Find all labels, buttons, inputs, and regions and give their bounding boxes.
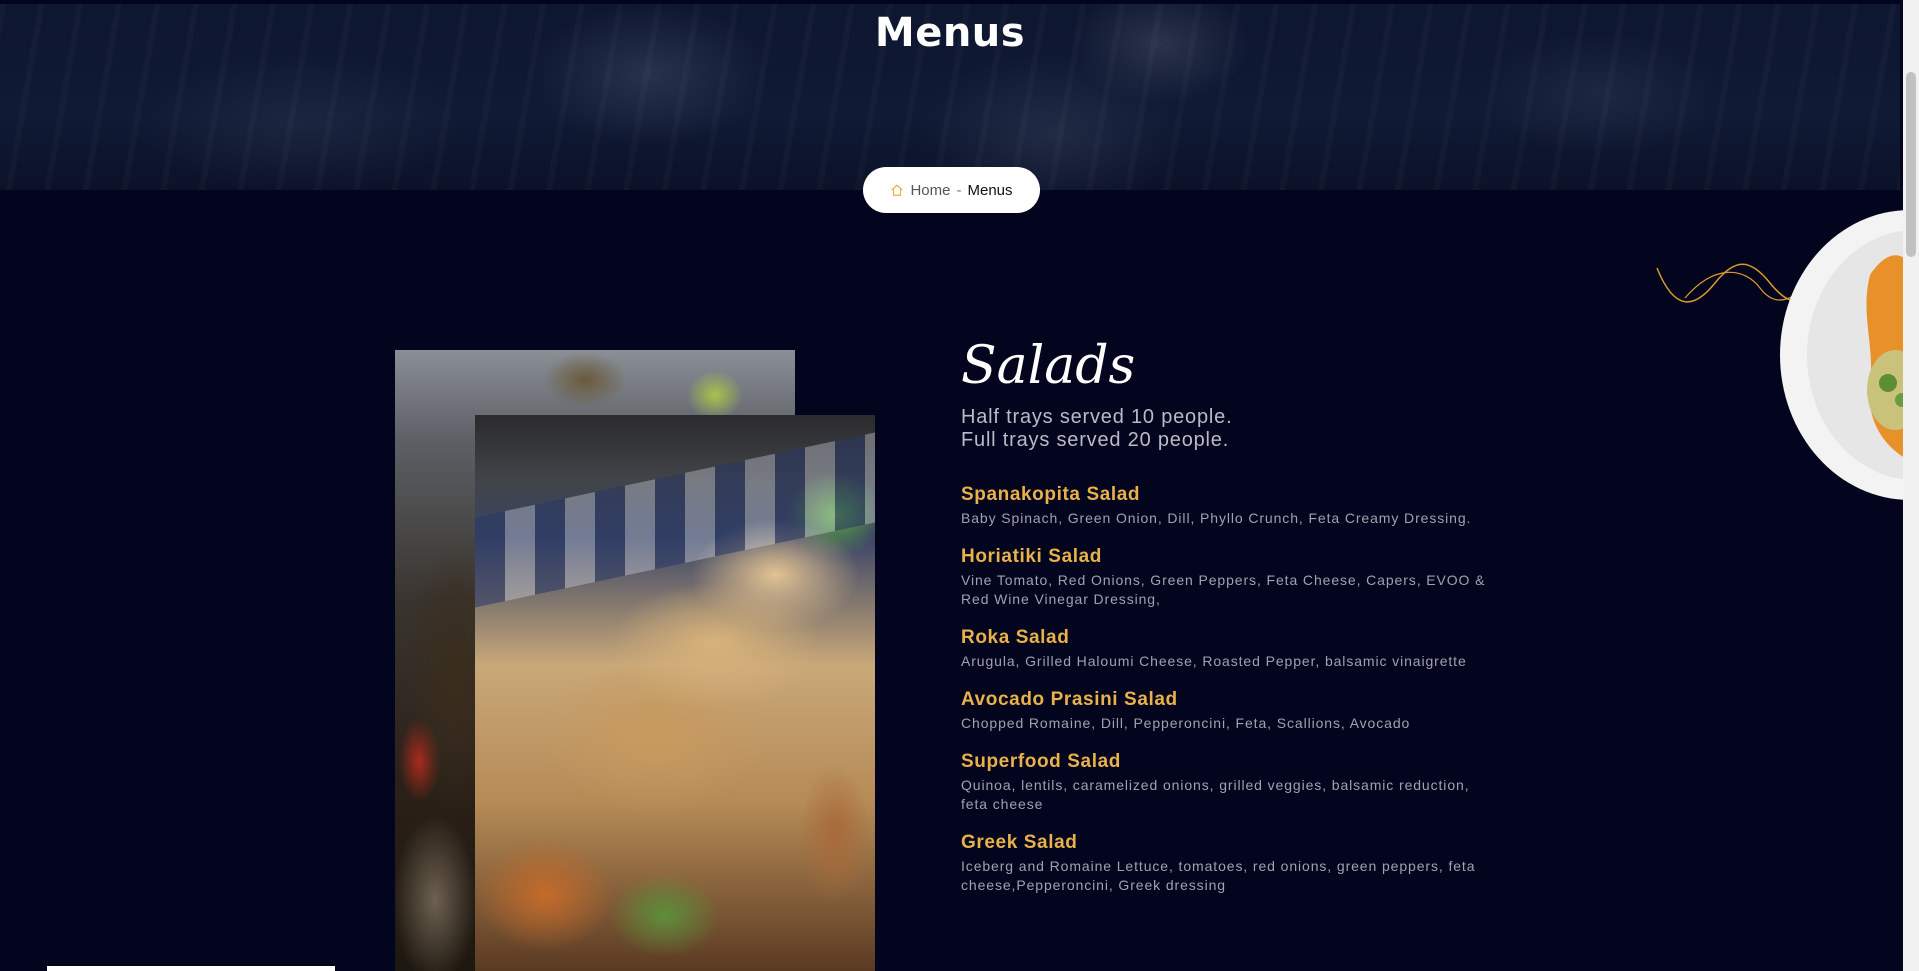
menu-item-name: Spanakopita Salad bbox=[961, 484, 1141, 505]
breadcrumb-separator: - bbox=[956, 181, 962, 199]
page-scrollbar[interactable] bbox=[1903, 0, 1919, 971]
page-hero-banner: Menus bbox=[0, 4, 1900, 190]
menu-item-name: Horiatiki Salad bbox=[961, 546, 1102, 567]
menu-item-description: Chopped Romaine, Dill, Pepperoncini, Fet… bbox=[961, 715, 1411, 731]
serving-info: Half trays served 10 people. Full trays … bbox=[961, 406, 1521, 452]
menu-section: Salads Half trays served 10 people. Full… bbox=[961, 340, 1521, 913]
breadcrumb-current: Menus bbox=[967, 181, 1013, 199]
menu-item: Horiatiki Salad Vine Tomato, Red Onions,… bbox=[961, 546, 1521, 609]
serving-info-line: Half trays served 10 people. bbox=[961, 406, 1233, 428]
food-photo-pita-bread bbox=[475, 415, 875, 971]
decorative-food-plate bbox=[1780, 210, 1903, 500]
menu-item-description: Quinoa, lentils, caramelized onions, gri… bbox=[961, 777, 1470, 812]
menu-item-name: Roka Salad bbox=[961, 627, 1070, 648]
menu-item-description: Iceberg and Romaine Lettuce, tomatoes, r… bbox=[961, 858, 1476, 893]
menu-item-list: Spanakopita Salad Baby Spinach, Green On… bbox=[961, 484, 1521, 895]
menu-item: Greek Salad Iceberg and Romaine Lettuce,… bbox=[961, 832, 1521, 895]
breadcrumb-home-link[interactable]: Home bbox=[910, 182, 950, 199]
section-title: Salads bbox=[961, 336, 1136, 396]
menu-item: Avocado Prasini Salad Chopped Romaine, D… bbox=[961, 689, 1521, 733]
breadcrumb: Home - Menus bbox=[863, 167, 1040, 213]
menu-item: Roka Salad Arugula, Grilled Haloumi Chee… bbox=[961, 627, 1521, 671]
menu-item: Spanakopita Salad Baby Spinach, Green On… bbox=[961, 484, 1521, 528]
bottom-bar bbox=[47, 966, 335, 971]
menu-item-description: Vine Tomato, Red Onions, Green Peppers, … bbox=[961, 572, 1486, 607]
menu-item-name: Greek Salad bbox=[961, 832, 1078, 853]
home-icon bbox=[891, 184, 904, 196]
menu-item-name: Avocado Prasini Salad bbox=[961, 689, 1178, 710]
menu-item-description: Baby Spinach, Green Onion, Dill, Phyllo … bbox=[961, 510, 1472, 526]
menu-item-name: Superfood Salad bbox=[961, 751, 1121, 772]
scrollbar-thumb[interactable] bbox=[1906, 72, 1916, 257]
menu-item-description: Arugula, Grilled Haloumi Cheese, Roasted… bbox=[961, 653, 1467, 669]
page-title: Menus bbox=[874, 10, 1026, 56]
menu-item: Superfood Salad Quinoa, lentils, caramel… bbox=[961, 751, 1521, 814]
serving-info-line: Full trays served 20 people. bbox=[961, 429, 1230, 451]
